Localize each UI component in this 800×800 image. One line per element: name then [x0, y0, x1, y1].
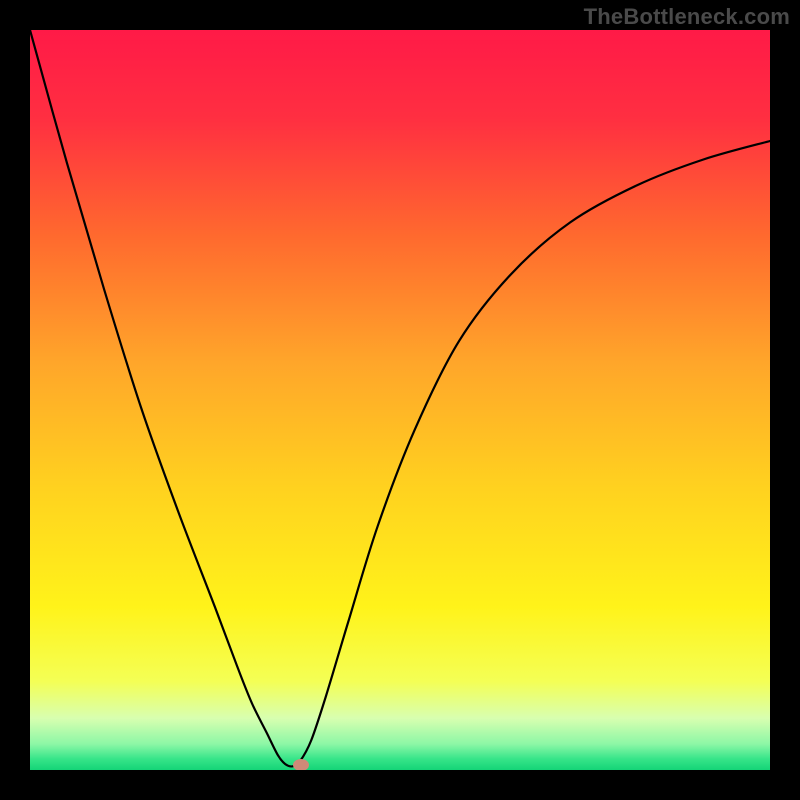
plot-svg [30, 30, 770, 770]
chart-frame: TheBottleneck.com [0, 0, 800, 800]
gradient-background [30, 30, 770, 770]
plot-area [30, 30, 770, 770]
watermark-text: TheBottleneck.com [584, 4, 790, 30]
